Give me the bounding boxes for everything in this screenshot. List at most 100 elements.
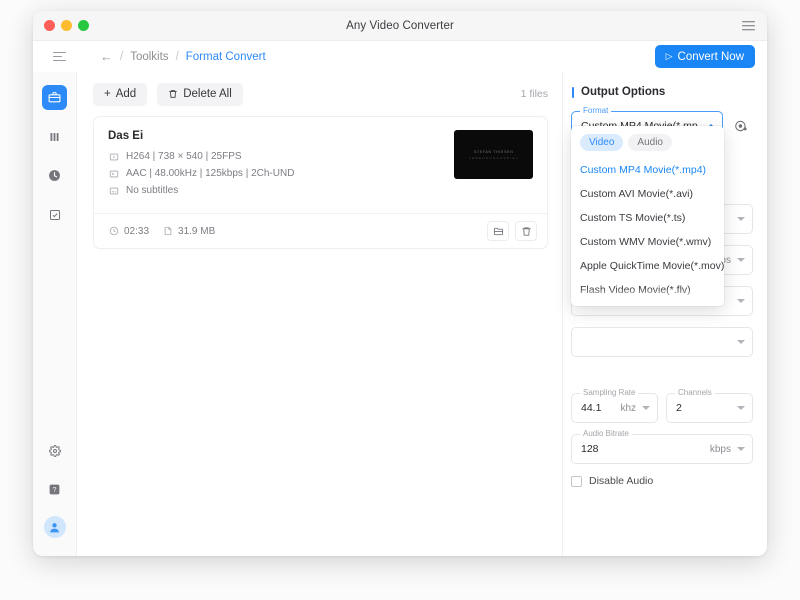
file-video-info-label: H264 | 738 × 540 | 25FPS xyxy=(126,151,242,162)
audio-bitrate-value: 128 xyxy=(581,443,599,455)
breadcrumb-item-toolkits[interactable]: Toolkits xyxy=(130,51,168,63)
list-item[interactable]: Das Ei H264 | 738 × 540 | 25FPS AAC | 48… xyxy=(93,116,548,249)
format-dropdown-menu[interactable]: Video Audio Custom MP4 Movie(*.mp4) Cust… xyxy=(571,126,724,306)
tab-audio[interactable]: Audio xyxy=(628,134,672,151)
gear-icon xyxy=(48,444,61,457)
back-arrow-icon[interactable]: ← xyxy=(100,50,113,63)
window-title: Any Video Converter xyxy=(346,19,454,32)
clock-icon xyxy=(49,170,60,181)
target-settings-icon[interactable] xyxy=(729,114,753,138)
sidebar-item-tasks[interactable] xyxy=(42,202,67,227)
file-audio-info-label: AAC | 48.00kHz | 125kbps | 2Ch-UND xyxy=(126,168,295,179)
menu-item-mp4[interactable]: Custom MP4 Movie(*.mp4) xyxy=(571,158,724,182)
file-subtitle-info-label: No subtitles xyxy=(126,185,179,196)
sidebar-item-help[interactable]: ? xyxy=(42,477,67,502)
convert-now-button[interactable]: ▷ Convert Now xyxy=(654,45,755,68)
sampling-rate-select[interactable]: Sampling Rate 44.1 khz xyxy=(571,388,658,423)
file-count-label: 1 files xyxy=(520,88,548,100)
convert-now-label: Convert Now xyxy=(677,50,744,63)
subtitles-icon xyxy=(108,185,119,196)
checklist-icon xyxy=(49,209,60,220)
output-options-title: Output Options xyxy=(571,86,753,98)
panel-toggle-icon[interactable] xyxy=(53,49,69,65)
file-size-label: 31.9 MB xyxy=(178,225,216,237)
menu-item-wmv[interactable]: Custom WMV Movie(*.wmv) xyxy=(571,230,724,254)
question-icon: ? xyxy=(49,484,60,495)
file-audio-info: AAC | 48.00kHz | 125kbps | 2Ch-UND xyxy=(108,168,454,179)
title-accent-bar xyxy=(572,86,574,98)
thumbnail-text-line2: L E B E N S C H A U S P I E L xyxy=(469,156,518,160)
delete-file-button[interactable] xyxy=(515,221,537,241)
output-options-title-label: Output Options xyxy=(581,86,666,98)
open-folder-button[interactable] xyxy=(487,221,509,241)
file-thumbnail: STEFAN THIESEN L E B E N S C H A U S P I… xyxy=(454,130,533,179)
channels-label: Channels xyxy=(675,388,715,397)
audio-settings: Sampling Rate 44.1 khz Channels 2 Audio … xyxy=(571,388,753,487)
disable-audio-checkbox[interactable] xyxy=(571,475,582,487)
user-icon xyxy=(50,522,59,532)
sidebar-item-settings[interactable] xyxy=(42,438,67,463)
delete-all-button[interactable]: Delete All xyxy=(157,82,243,106)
file-meta: Das Ei H264 | 738 × 540 | 25FPS AAC | 48… xyxy=(108,130,454,202)
breadcrumb: ← / Toolkits / Format Convert xyxy=(100,50,266,63)
tab-video[interactable]: Video xyxy=(580,134,624,151)
sidebar-item-history[interactable] xyxy=(42,163,67,188)
menu-item-flv[interactable]: Flash Video Movie(*.flv) xyxy=(571,278,724,302)
video-icon xyxy=(108,151,119,162)
breadcrumb-separator-1: / xyxy=(175,50,179,63)
chevron-down-icon[interactable] xyxy=(737,340,745,344)
breadcrumb-separator-0: / xyxy=(120,50,124,63)
chevron-down-icon[interactable] xyxy=(737,299,745,303)
plus-icon: + xyxy=(104,88,111,100)
hamburger-icon[interactable] xyxy=(742,20,755,31)
toolbox-icon xyxy=(48,92,61,103)
audio-bitrate-unit: kbps xyxy=(709,443,731,455)
format-dropdown-list: Custom MP4 Movie(*.mp4) Custom AVI Movie… xyxy=(571,158,724,306)
output-options-panel: Output Options Format Custom MP4 Movie(*… xyxy=(562,72,767,556)
menu-item-mov[interactable]: Apple QuickTime Movie(*.mov) xyxy=(571,254,724,278)
file-title: Das Ei xyxy=(108,130,144,142)
disable-audio-row[interactable]: Disable Audio xyxy=(571,475,753,487)
menu-item-mkv[interactable]: Matroska Movie(*.mkv) xyxy=(571,302,724,306)
audio-icon xyxy=(108,168,119,179)
chevron-down-icon[interactable] xyxy=(642,406,650,410)
file-area: + Add Delete All 1 files Das Ei H264 | 7… xyxy=(77,72,562,556)
target-icon xyxy=(735,120,747,132)
format-label: Format xyxy=(580,106,612,115)
audio-bitrate-select[interactable]: Audio Bitrate 128 kbps xyxy=(571,429,753,464)
file-video-info: H264 | 738 × 540 | 25FPS xyxy=(108,151,454,162)
audio-bitrate-label: Audio Bitrate xyxy=(580,429,632,438)
audio-settings-row: Sampling Rate 44.1 khz Channels 2 xyxy=(571,388,753,434)
file-duration-label: 02:33 xyxy=(124,225,150,237)
library-icon xyxy=(50,132,58,141)
menu-item-ts[interactable]: Custom TS Movie(*.ts) xyxy=(571,206,724,230)
chevron-down-icon[interactable] xyxy=(737,258,745,262)
svg-text:?: ? xyxy=(53,487,57,494)
file-duration: 02:33 xyxy=(108,226,149,237)
file-card-actions xyxy=(487,221,537,241)
chevron-down-icon[interactable] xyxy=(737,406,745,410)
trash-icon xyxy=(169,90,177,98)
audio-codec-select[interactable] xyxy=(571,327,753,357)
file-subtitle-info: No subtitles xyxy=(108,185,454,196)
channels-select[interactable]: Channels 2 xyxy=(666,388,753,423)
chevron-down-icon[interactable] xyxy=(737,447,745,451)
avatar[interactable] xyxy=(43,516,66,538)
breadcrumb-item-format-convert[interactable]: Format Convert xyxy=(186,51,266,63)
channels-value: 2 xyxy=(676,402,682,414)
file-size: 31.9 MB xyxy=(162,226,215,237)
file-card-footer: 02:33 31.9 MB xyxy=(94,213,547,248)
menu-item-avi[interactable]: Custom AVI Movie(*.avi) xyxy=(571,182,724,206)
sampling-rate-value: 44.1 xyxy=(581,402,602,414)
add-label: Add xyxy=(115,88,137,100)
chevron-down-icon[interactable] xyxy=(737,217,745,221)
play-icon: ▷ xyxy=(665,51,673,61)
toolbar: ← / Toolkits / Format Convert ▷ Convert … xyxy=(33,41,767,72)
thumbnail-text-line1: STEFAN THIESEN xyxy=(473,149,514,154)
add-button[interactable]: + Add xyxy=(93,82,148,106)
delete-all-label: Delete All xyxy=(183,88,232,100)
title-bar: Any Video Converter xyxy=(33,11,767,41)
sidebar-item-library[interactable] xyxy=(42,124,67,149)
main-body: ? + Add Delete All 1 files Das Ei H264 |… xyxy=(33,72,767,556)
sidebar-item-toolkits[interactable] xyxy=(42,85,67,110)
